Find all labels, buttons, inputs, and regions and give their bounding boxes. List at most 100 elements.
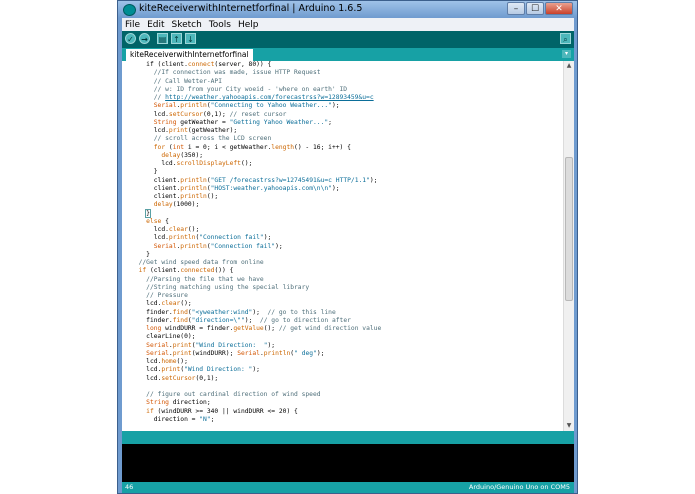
- code-token: );: [267, 341, 276, 349]
- code-line: direction = "N";: [122, 416, 562, 424]
- code-token: client.: [131, 184, 181, 192]
- scroll-down-icon[interactable]: ▼: [564, 421, 574, 431]
- new-sketch-icon[interactable]: ▤: [157, 33, 168, 44]
- code-token: (350);: [180, 151, 204, 159]
- scroll-up-icon[interactable]: ▲: [564, 61, 574, 71]
- code-token: length: [271, 143, 295, 151]
- code-token: "Connection fail": [210, 242, 276, 250]
- code-text-area[interactable]: if (client.connect(server, 80)) { //If c…: [122, 61, 562, 431]
- code-token: {: [161, 217, 169, 225]
- title-bar[interactable]: kiteReceiverwithInternetforfinal | Ardui…: [118, 1, 577, 18]
- code-token: (client.: [146, 267, 181, 275]
- code-line: // scroll across the LCD screen: [122, 135, 562, 143]
- code-token: setCursor: [161, 374, 196, 382]
- code-token: lcd.: [131, 127, 169, 134]
- code-token: i = 0; i < getWeather.: [184, 143, 272, 151]
- code-line: String direction;: [122, 399, 562, 407]
- code-line: // Call Wetter-API: [122, 78, 562, 86]
- toolbar: ✓ → ▤ ↑ ↓ ⌕: [122, 31, 574, 48]
- tab-bar: kiteReceiverwithInternetforfinal ▾: [122, 48, 574, 61]
- code-line: Serial.println("Connecting to Yahoo Weat…: [122, 102, 562, 110]
- code-token: () - 16; i++) {: [294, 143, 351, 151]
- save-sketch-icon[interactable]: ↓: [185, 33, 196, 44]
- console-output[interactable]: [122, 444, 574, 482]
- code-line: lcd.scrollDisplayLeft();: [122, 160, 562, 168]
- code-token: // go to direction after: [259, 316, 351, 324]
- code-token: print: [168, 127, 188, 134]
- code-token: lcd.: [131, 160, 177, 167]
- code-line: Serial.print(windDURR); Serial.println("…: [122, 350, 562, 358]
- menu-sketch[interactable]: Sketch: [169, 20, 206, 30]
- code-token: // reset cursor: [229, 110, 287, 118]
- code-line: Serial.println("Connection fail");: [122, 243, 562, 251]
- code-token: int: [172, 143, 185, 151]
- code-token: direction;: [168, 399, 211, 407]
- menu-file[interactable]: File: [122, 20, 144, 30]
- open-sketch-icon[interactable]: ↑: [171, 33, 182, 44]
- code-line: }: [122, 208, 562, 218]
- code-token: if: [146, 407, 154, 415]
- code-token: lcd.: [131, 366, 162, 374]
- window-controls: – ☐ ✕: [507, 2, 573, 15]
- code-line: String getWeather = "Getting Yahoo Weath…: [122, 119, 562, 127]
- code-token: delay: [153, 201, 173, 209]
- code-token: getWeather =: [176, 118, 230, 126]
- tab-sketch[interactable]: kiteReceiverwithInternetforfinal: [126, 49, 253, 61]
- arduino-ide-window: kiteReceiverwithInternetforfinal | Ardui…: [117, 0, 578, 494]
- minimize-button[interactable]: –: [507, 2, 525, 15]
- code-line: client.println("GET /forecastrss?w=12745…: [122, 177, 562, 185]
- maximize-button[interactable]: ☐: [526, 2, 544, 15]
- code-token: // go to this line: [267, 308, 336, 316]
- code-line: else {: [122, 218, 562, 226]
- tab-menu-icon[interactable]: ▾: [562, 50, 571, 58]
- code-token: http://weather.yahooapis.com/forecastrss…: [165, 94, 374, 101]
- verify-icon[interactable]: ✓: [125, 33, 136, 44]
- code-token: for: [153, 143, 166, 151]
- code-token: ()) {: [214, 267, 234, 275]
- code-token: else: [146, 217, 162, 225]
- menu-edit[interactable]: Edit: [144, 20, 168, 30]
- code-token: print: [172, 349, 192, 357]
- code-token: scrollDisplayLeft: [176, 160, 241, 167]
- menu-bar: File Edit Sketch Tools Help: [122, 18, 574, 31]
- menu-tools[interactable]: Tools: [206, 20, 235, 30]
- code-token: home: [161, 358, 177, 365]
- code-token: windDURR = finder.: [161, 325, 234, 332]
- code-line: lcd.clear();: [122, 300, 562, 308]
- code-line: // w: ID from your City woeid - 'where o…: [122, 86, 562, 94]
- code-token: "<yweather:wind": [191, 308, 253, 316]
- code-line: long windDURR = finder.getValue(); // ge…: [122, 325, 562, 333]
- code-token: (1000);: [172, 201, 200, 209]
- code-editor[interactable]: if (client.connect(server, 80)) { //If c…: [122, 61, 574, 431]
- code-line: finder.find("<yweather:wind"); // go to …: [122, 309, 562, 317]
- code-token: );: [275, 242, 283, 250]
- code-token: "Wind Direction: ": [195, 341, 268, 349]
- code-token: println: [180, 193, 207, 200]
- code-token: lcd.: [131, 226, 169, 233]
- code-token: //String matching using the special libr…: [131, 283, 310, 291]
- code-line: client.println("HOST:weather.yahooapis.c…: [122, 185, 562, 193]
- code-token: //: [131, 94, 166, 101]
- close-button[interactable]: ✕: [545, 2, 573, 15]
- code-token: ();: [263, 325, 279, 332]
- serial-monitor-icon[interactable]: ⌕: [560, 33, 571, 44]
- code-token: );: [369, 176, 378, 184]
- scrollbar-thumb[interactable]: [565, 157, 573, 301]
- code-token: "Getting Yahoo Weather...": [229, 118, 329, 126]
- code-line: delay(1000);: [122, 201, 562, 209]
- code-token: find: [172, 308, 188, 316]
- upload-icon[interactable]: →: [139, 33, 150, 44]
- code-token: }: [131, 168, 158, 176]
- code-token: println: [263, 349, 291, 357]
- code-token: ();: [240, 160, 253, 167]
- menu-help[interactable]: Help: [235, 20, 263, 30]
- code-token: getValue: [233, 325, 264, 332]
- code-token: "GET /forecastrss?w=12745491&u=c HTTP/1.…: [210, 176, 370, 184]
- vertical-scrollbar[interactable]: ▲ ▼: [563, 61, 574, 431]
- code-line: //If connection was made, issue HTTP Req…: [122, 69, 562, 77]
- message-bar: [122, 431, 574, 444]
